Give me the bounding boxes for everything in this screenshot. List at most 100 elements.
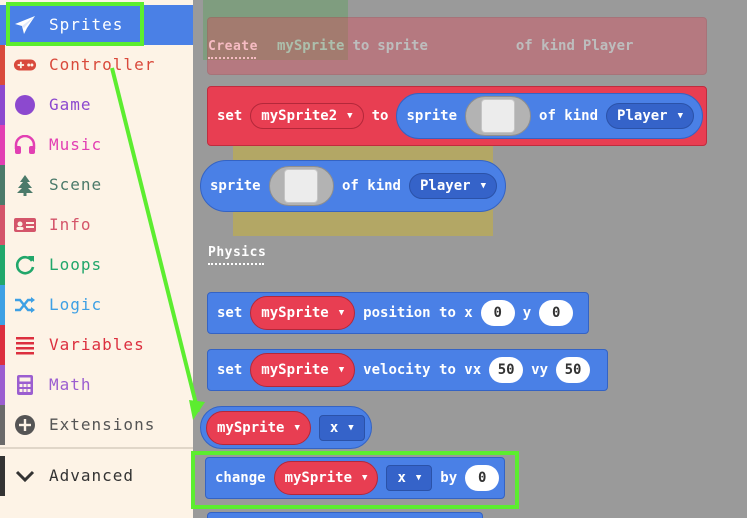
sprite-label: sprite (210, 178, 261, 194)
category-music[interactable]: Music (0, 125, 193, 165)
ghost-kind-label: Player (582, 38, 634, 54)
id-card-icon (13, 214, 37, 236)
category-label: Logic (49, 295, 103, 314)
category-loops[interactable]: Loops (0, 245, 193, 285)
category-color-bar (0, 365, 5, 405)
set-label: set (217, 305, 243, 321)
ghost-set-sprite-block: mySprite to sprite of kind Player (207, 17, 707, 75)
category-label: Music (49, 135, 103, 154)
next-block-partial[interactable] (207, 512, 483, 518)
dropdown-arrow-icon: ▼ (480, 181, 486, 191)
section-title: Physics (208, 245, 267, 260)
of-kind-label: of kind (539, 108, 599, 124)
shuffle-icon (13, 294, 37, 316)
category-scene[interactable]: Scene (0, 165, 193, 205)
ghost-of-kind-label: of kind (515, 38, 575, 54)
sprite-property-reporter[interactable]: mySprite ▼ x ▼ (200, 406, 372, 449)
category-label: Info (49, 215, 92, 234)
variable-dropdown[interactable]: mySprite ▼ (250, 296, 356, 330)
variable-dropdown[interactable]: mySprite ▼ (206, 410, 311, 445)
set-label: set (217, 362, 243, 378)
set-label: set (217, 108, 243, 124)
category-extensions[interactable]: Extensions (0, 405, 193, 445)
category-logic[interactable]: Logic (0, 285, 193, 325)
category-game[interactable]: Game (0, 85, 193, 125)
sprite-of-kind-reporter[interactable]: sprite of kind Player ▼ (396, 93, 704, 139)
category-color-bar (0, 285, 5, 325)
vx-value-input[interactable]: 50 (489, 357, 524, 383)
variable-name: mySprite (217, 419, 285, 436)
x-value-input[interactable]: 0 (480, 300, 515, 326)
variable-dropdown[interactable]: mySprite ▼ (250, 353, 356, 387)
of-kind-label: of kind (341, 178, 401, 194)
category-color-bar (0, 245, 5, 285)
category-color-bar (0, 45, 5, 85)
ghost-sprite-label: sprite (377, 38, 428, 54)
image-placeholder (284, 169, 319, 203)
category-variables[interactable]: Variables (0, 325, 193, 365)
sidebar-divider (0, 447, 193, 449)
variable-dropdown[interactable]: mySprite2 ▼ (250, 103, 364, 129)
dropdown-arrow-icon: ▼ (677, 111, 684, 121)
chevron-down-icon (13, 465, 37, 487)
tree-icon (13, 174, 37, 196)
set-velocity-block[interactable]: set mySprite ▼ velocity to vx 50 vy 50 (207, 349, 608, 391)
category-color-bar (0, 325, 5, 365)
toolbox-sidebar: Sprites Controller Game Music Scene Info… (0, 0, 193, 518)
dropdown-arrow-icon: ▼ (338, 308, 345, 318)
sprite-label: sprite (406, 108, 458, 124)
ghost-to-label: to (352, 38, 370, 54)
sprite-reporter-block[interactable]: sprite of kind Player ▼ (200, 160, 506, 212)
calculator-icon (13, 374, 37, 396)
category-label: Advanced (49, 466, 135, 485)
dropdown-arrow-icon: ▼ (348, 422, 354, 433)
velocity-label: velocity to vx (363, 362, 482, 378)
category-label: Scene (49, 175, 103, 194)
highlight-sprites-category (6, 2, 144, 46)
kind-dropdown[interactable]: Player ▼ (606, 103, 695, 129)
category-color-bar (0, 85, 5, 125)
image-placeholder (481, 99, 516, 133)
list-icon (13, 334, 37, 356)
section-underline (208, 263, 264, 265)
dropdown-arrow-icon: ▼ (347, 111, 353, 121)
variable-name: mySprite (261, 305, 329, 321)
category-controller[interactable]: Controller (0, 45, 193, 85)
category-info[interactable]: Info (0, 205, 193, 245)
kind-dropdown[interactable]: Player ▼ (409, 173, 497, 199)
category-color-bar (0, 125, 5, 165)
category-math[interactable]: Math (0, 365, 193, 405)
variable-name: mySprite2 (261, 108, 338, 124)
dropdown-arrow-icon: ▼ (294, 422, 300, 433)
category-color-bar (0, 205, 5, 245)
category-color-bar (0, 456, 5, 496)
y-value-input[interactable]: 0 (539, 300, 574, 326)
vy-value-input[interactable]: 50 (556, 357, 591, 383)
to-label: to (371, 108, 389, 124)
variable-name: mySprite (261, 362, 329, 378)
category-label: Controller (49, 55, 156, 74)
category-label: Extensions (49, 415, 156, 434)
kind-name: Player (617, 108, 668, 124)
category-advanced[interactable]: Advanced (0, 456, 193, 496)
circle-icon (13, 94, 37, 116)
vy-label: vy (531, 362, 549, 378)
headphones-icon (13, 134, 37, 156)
gamepad-icon (13, 54, 37, 76)
property-dropdown[interactable]: x ▼ (318, 414, 365, 441)
plus-circle-icon (13, 414, 37, 436)
sprite-image-picker[interactable] (465, 96, 532, 136)
property-name: x (329, 419, 339, 436)
kind-name: Player (420, 178, 471, 194)
set-sprite-block[interactable]: set mySprite2 ▼ to sprite of kind Player… (207, 86, 707, 146)
y-label: y (522, 305, 532, 321)
ghost-var-label: mySprite (277, 38, 345, 54)
category-label: Game (49, 95, 92, 114)
category-label: Variables (49, 335, 145, 354)
loop-icon (13, 254, 37, 276)
category-color-bar (0, 5, 5, 45)
set-position-block[interactable]: set mySprite ▼ position to x 0 y 0 (207, 292, 589, 334)
sprite-image-picker[interactable] (268, 166, 334, 206)
position-label: position to x (363, 305, 473, 321)
section-label-physics: Physics (208, 245, 267, 265)
